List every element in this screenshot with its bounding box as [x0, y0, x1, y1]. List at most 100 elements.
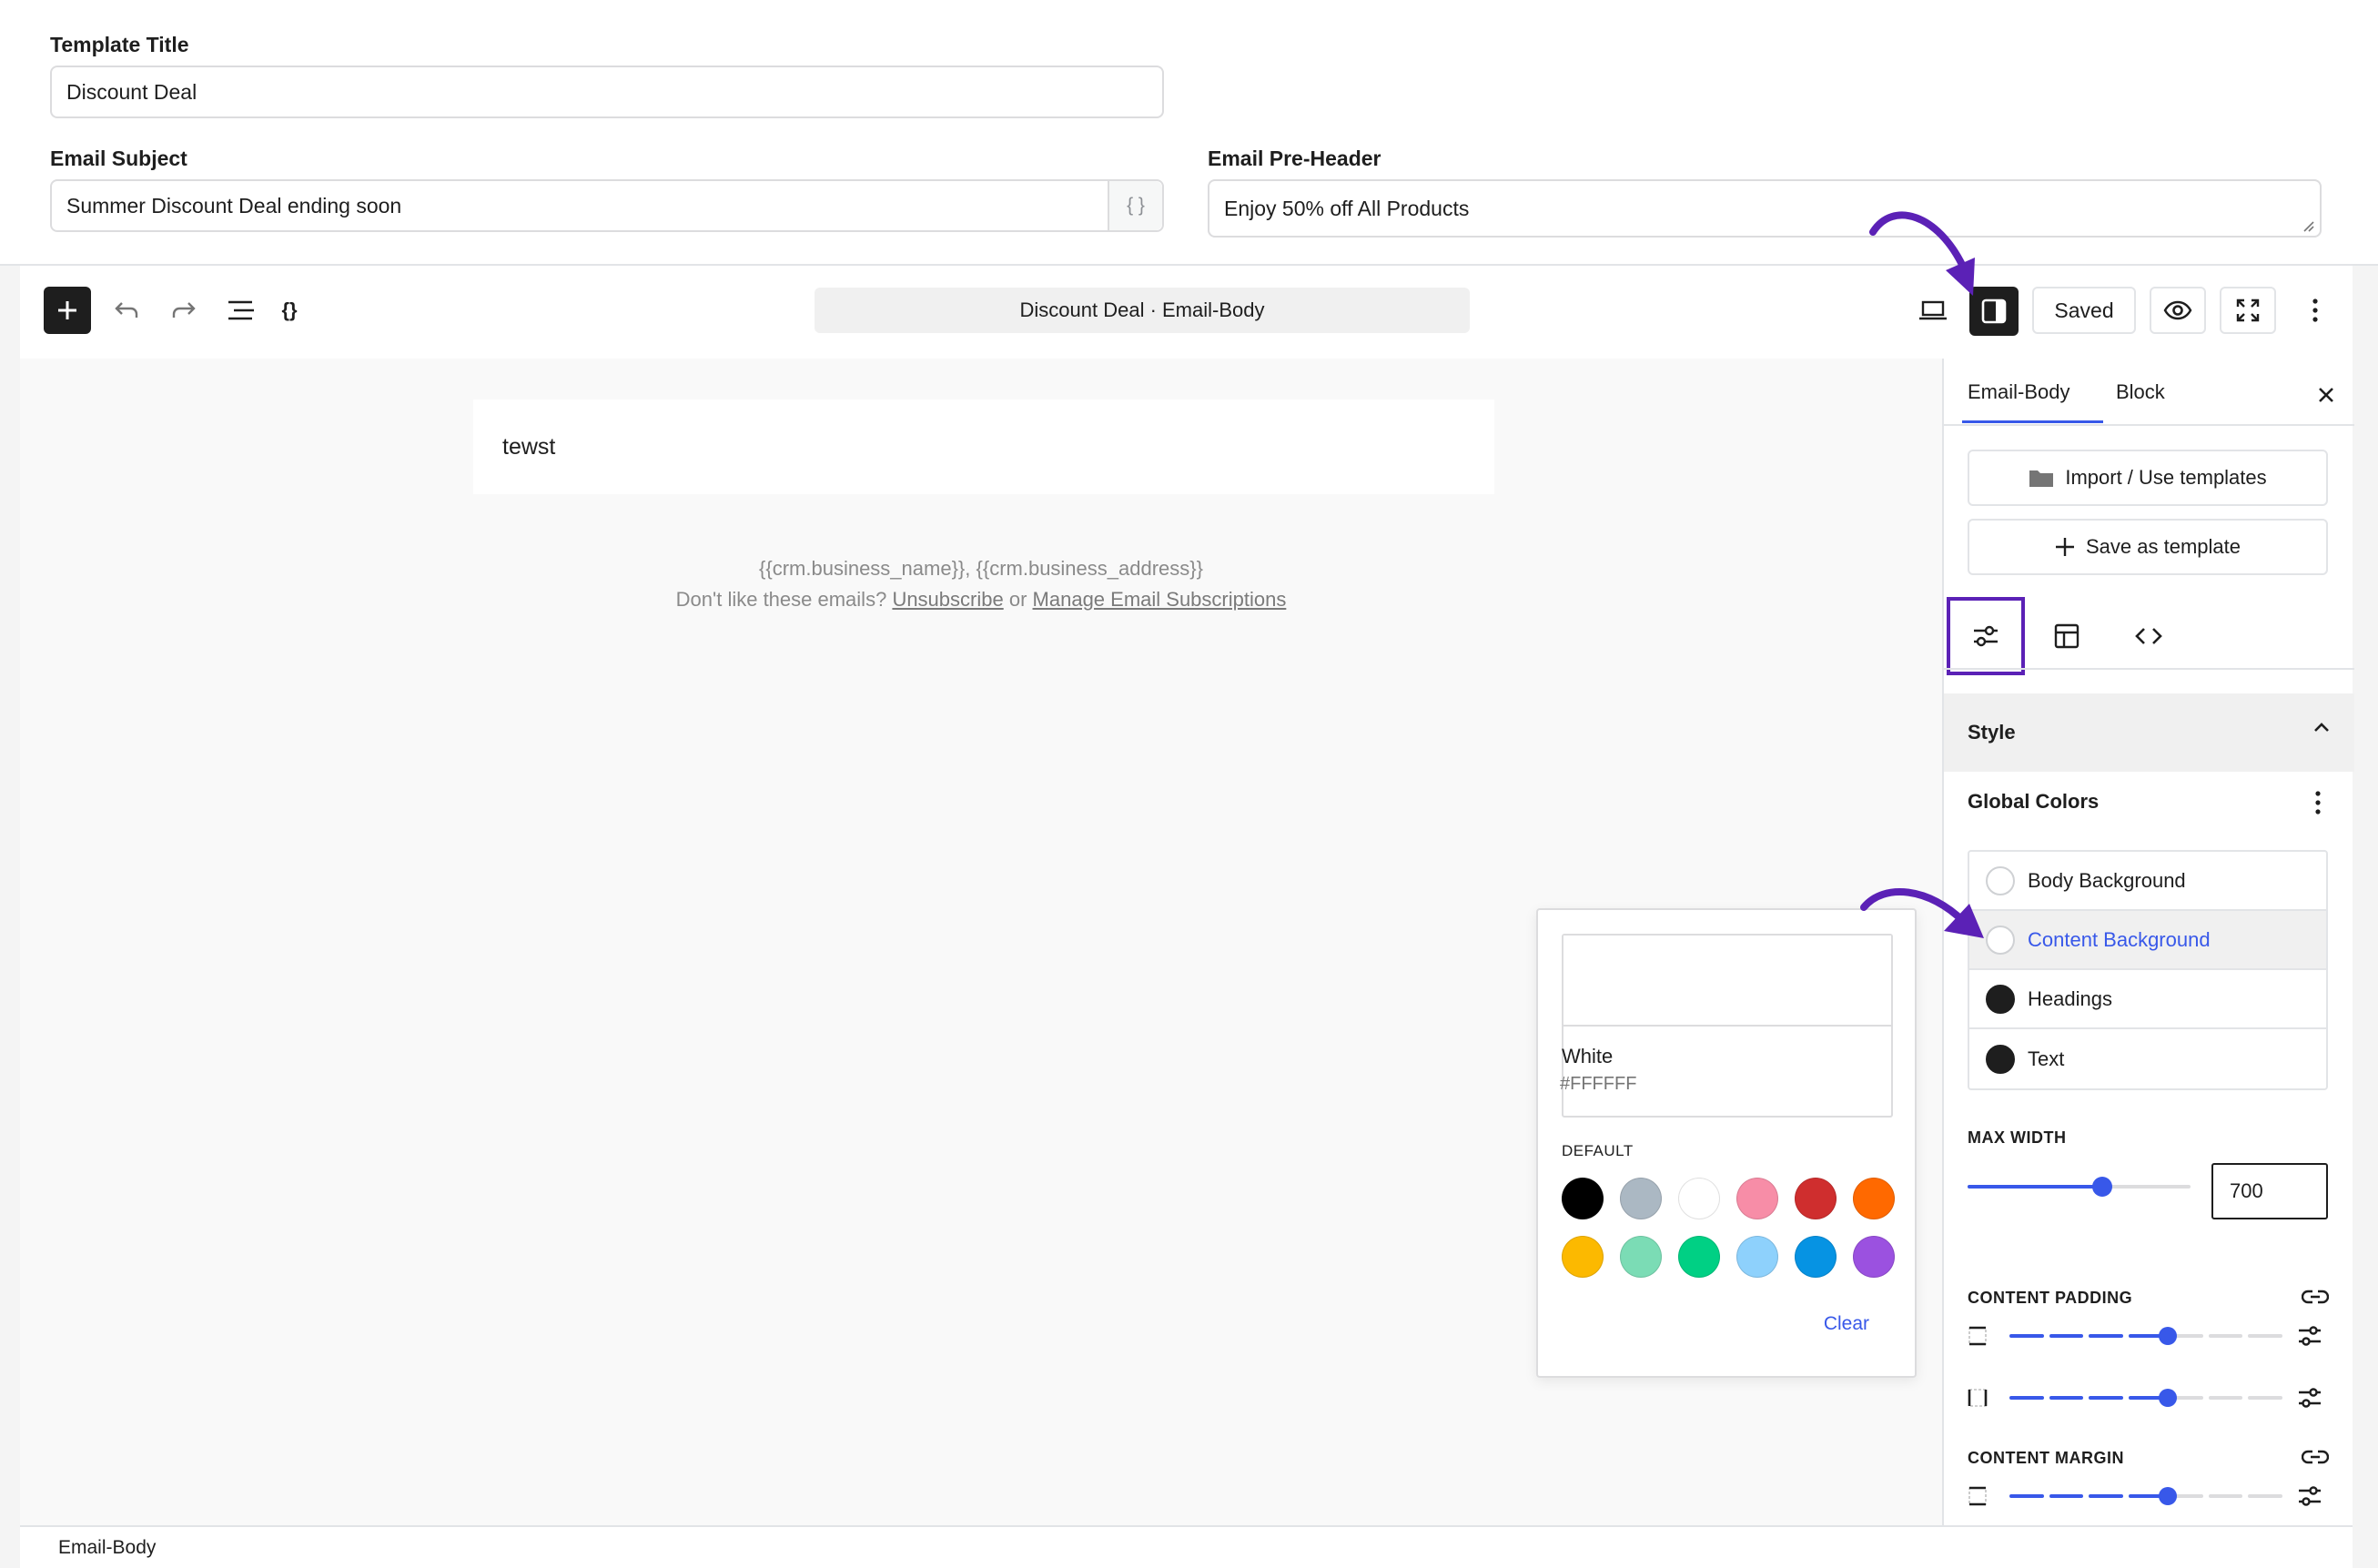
- color-swatch-10[interactable]: [1736, 1236, 1778, 1278]
- color-item-content-background[interactable]: Content Background: [1969, 911, 2326, 970]
- close-icon: [2319, 388, 2333, 402]
- color-swatch-9[interactable]: [1678, 1236, 1720, 1278]
- undo-button[interactable]: [105, 288, 148, 332]
- save-as-template-button[interactable]: Save as template: [1968, 519, 2328, 575]
- color-swatch-12[interactable]: [1853, 1236, 1895, 1278]
- margin-vertical-slider[interactable]: [2009, 1494, 2283, 1498]
- plus-icon: [58, 301, 76, 319]
- slider-thumb[interactable]: [2092, 1177, 2112, 1197]
- resize-grip-icon[interactable]: [2300, 217, 2314, 232]
- fullscreen-button[interactable]: [2220, 287, 2276, 334]
- custom-values-icon[interactable]: [2297, 1323, 2322, 1349]
- close-sidebar-button[interactable]: [2308, 377, 2344, 413]
- breadcrumb-email-body[interactable]: Email-Body: [58, 1537, 156, 1559]
- unlink-sides-button[interactable]: [2297, 1283, 2333, 1310]
- layout-tab-button[interactable]: [2028, 597, 2106, 675]
- color-item-label: Headings: [2028, 986, 2112, 1010]
- preheader-textarea[interactable]: Enjoy 50% off All Products: [1208, 179, 2322, 238]
- manage-subscriptions-link[interactable]: Manage Email Subscriptions: [1033, 588, 1287, 611]
- list-view-button[interactable]: [219, 288, 263, 332]
- color-indicator: [1986, 1044, 2015, 1074]
- color-swatch-1[interactable]: [1562, 1178, 1604, 1219]
- color-indicator: [1986, 984, 2015, 1014]
- link-icon: [2302, 1290, 2329, 1304]
- template-title-input[interactable]: Discount Deal: [50, 66, 1164, 118]
- slider-thumb[interactable]: [2159, 1487, 2177, 1505]
- color-swatch-7[interactable]: [1562, 1236, 1604, 1278]
- saved-button[interactable]: Saved: [2032, 287, 2136, 334]
- curly-braces-icon: {}: [281, 298, 298, 321]
- style-section-title: Style: [1968, 721, 2016, 744]
- slider-thumb[interactable]: [2159, 1389, 2177, 1407]
- undo-icon: [115, 302, 138, 318]
- active-tab-indicator: [1962, 420, 2103, 423]
- more-options-button[interactable]: [2293, 288, 2337, 332]
- slider-thumb[interactable]: [2159, 1327, 2177, 1345]
- padding-horizontal-slider[interactable]: [2009, 1396, 2283, 1400]
- color-item-label: Body Background: [2028, 868, 2186, 892]
- clear-color-button[interactable]: Clear: [1824, 1313, 1869, 1335]
- style-section-header[interactable]: Style: [1944, 693, 2354, 772]
- color-swatch-8[interactable]: [1620, 1236, 1662, 1278]
- custom-values-icon[interactable]: [2297, 1483, 2322, 1509]
- vertical-sides-icon: [1968, 1486, 1987, 1506]
- block-text[interactable]: tewst: [502, 434, 555, 460]
- footer-or: or: [1008, 588, 1027, 611]
- document-title-bar[interactable]: Discount Deal · Email-Body: [815, 288, 1470, 333]
- tab-block[interactable]: Block: [2116, 380, 2165, 404]
- chevron-up-icon: [2314, 723, 2329, 732]
- email-subject-label: Email Subject: [50, 147, 187, 170]
- vertical-sides-icon: [1968, 1326, 1987, 1346]
- color-item-headings[interactable]: Headings: [1969, 970, 2326, 1029]
- footer-prefix: Don't like these emails?: [675, 588, 887, 611]
- smart-tags-button[interactable]: {}: [268, 288, 311, 332]
- global-colors-options-button[interactable]: [2304, 786, 2332, 819]
- color-swatch-2[interactable]: [1620, 1178, 1662, 1219]
- color-item-text[interactable]: Text: [1969, 1029, 2326, 1088]
- color-item-label: Text: [2028, 1047, 2065, 1070]
- import-templates-button[interactable]: Import / Use templates: [1968, 450, 2328, 506]
- saved-label: Saved: [2054, 298, 2114, 322]
- color-item-body-background[interactable]: Body Background: [1969, 852, 2326, 911]
- default-palette: [1562, 1178, 1898, 1278]
- padding-horizontal-control: [1968, 1380, 2332, 1416]
- color-swatch-6[interactable]: [1853, 1178, 1895, 1219]
- color-swatch-5[interactable]: [1795, 1178, 1837, 1219]
- global-colors-list: Body Background Content Background Headi…: [1968, 850, 2328, 1090]
- color-preview-swatch: [1563, 936, 1891, 1027]
- icon-tabs-divider: [1944, 668, 2354, 670]
- template-title-value: Discount Deal: [66, 79, 197, 104]
- slider-fill: [1968, 1185, 2102, 1189]
- custom-values-icon[interactable]: [2297, 1385, 2322, 1411]
- list-view-icon: [228, 300, 254, 320]
- annotation-arrow-icon: [1869, 211, 1975, 296]
- redo-button[interactable]: [162, 288, 206, 332]
- smartcode-button[interactable]: { }: [1108, 181, 1162, 230]
- unlink-margin-sides-button[interactable]: [2297, 1443, 2333, 1471]
- email-subject-input[interactable]: Summer Discount Deal ending soon { }: [50, 179, 1164, 232]
- redo-icon: [172, 302, 196, 318]
- eye-icon: [2163, 300, 2192, 320]
- max-width-value: 700: [2230, 1179, 2263, 1202]
- link-icon: [2302, 1450, 2329, 1464]
- layout-icon: [2054, 623, 2079, 649]
- code-tab-button[interactable]: [2110, 597, 2188, 675]
- email-text-block[interactable]: tewst: [473, 400, 1494, 494]
- padding-vertical-slider[interactable]: [2009, 1334, 2283, 1338]
- color-swatch-3[interactable]: [1678, 1178, 1720, 1219]
- template-settings-form: Template Title Discount Deal Email Subje…: [0, 0, 2378, 336]
- max-width-input[interactable]: 700: [2211, 1163, 2328, 1219]
- sidebar-panel-icon: [1981, 298, 2007, 324]
- preview-button[interactable]: [2150, 287, 2206, 334]
- add-block-button[interactable]: [44, 287, 91, 334]
- styles-tab-button[interactable]: [1947, 597, 2025, 675]
- plus-icon: [2056, 538, 2074, 556]
- unsubscribe-link[interactable]: Unsubscribe: [892, 588, 1003, 611]
- max-width-slider[interactable]: [1968, 1177, 2191, 1197]
- tab-email-body[interactable]: Email-Body: [1968, 380, 2069, 404]
- color-swatch-4[interactable]: [1736, 1178, 1778, 1219]
- color-swatch-11[interactable]: [1795, 1236, 1837, 1278]
- tabs-divider: [1944, 424, 2354, 426]
- global-colors-title: Global Colors: [1968, 790, 2100, 813]
- current-color-name: White: [1562, 1045, 1614, 1067]
